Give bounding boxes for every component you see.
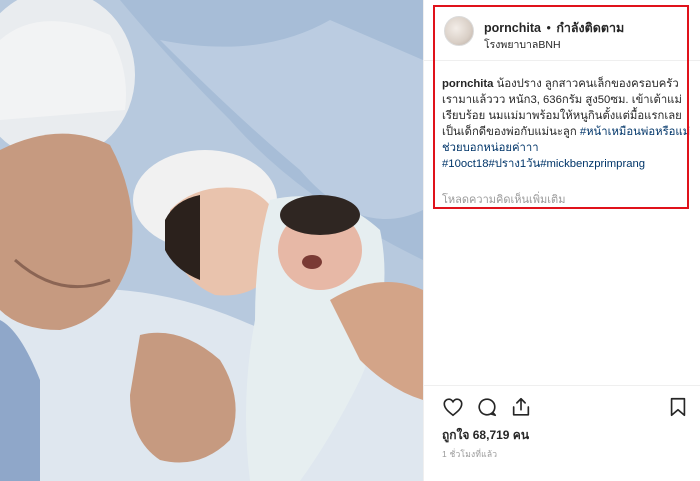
- post-header: pornchita • กำลังติดตาม โรงพยาบาลBNH: [440, 14, 690, 54]
- heart-icon[interactable]: [442, 396, 464, 418]
- bookmark-icon[interactable]: [667, 396, 689, 418]
- username-link[interactable]: pornchita: [484, 21, 541, 35]
- post-photo[interactable]: [0, 0, 423, 481]
- post-side-panel: pornchita • กำลังติดตาม โรงพยาบาลBNH por…: [423, 0, 700, 481]
- caption-username[interactable]: pornchita: [442, 78, 493, 90]
- photo-illustration: [0, 0, 423, 481]
- likes-count[interactable]: ถูกใจ 68,719 คน: [442, 426, 529, 445]
- post-username-row: pornchita • กำลังติดตาม: [484, 18, 624, 38]
- avatar[interactable]: [444, 16, 474, 46]
- separator-dot: •: [546, 21, 551, 35]
- header-divider: [424, 60, 700, 61]
- location-link[interactable]: โรงพยาบาลBNH: [484, 36, 561, 53]
- share-icon[interactable]: [510, 396, 532, 418]
- caption: pornchita น้องปราง ลูกสาวคนเล็กของครอบคร…: [442, 76, 692, 172]
- actions-divider: [424, 385, 700, 386]
- comment-icon[interactable]: [476, 396, 498, 418]
- post-timestamp[interactable]: 1 ชั่วโมงที่แล้ว: [442, 447, 497, 461]
- follow-button[interactable]: กำลังติดตาม: [556, 21, 624, 35]
- load-more-comments[interactable]: โหลดความคิดเห็นเพิ่มเติม: [442, 190, 565, 208]
